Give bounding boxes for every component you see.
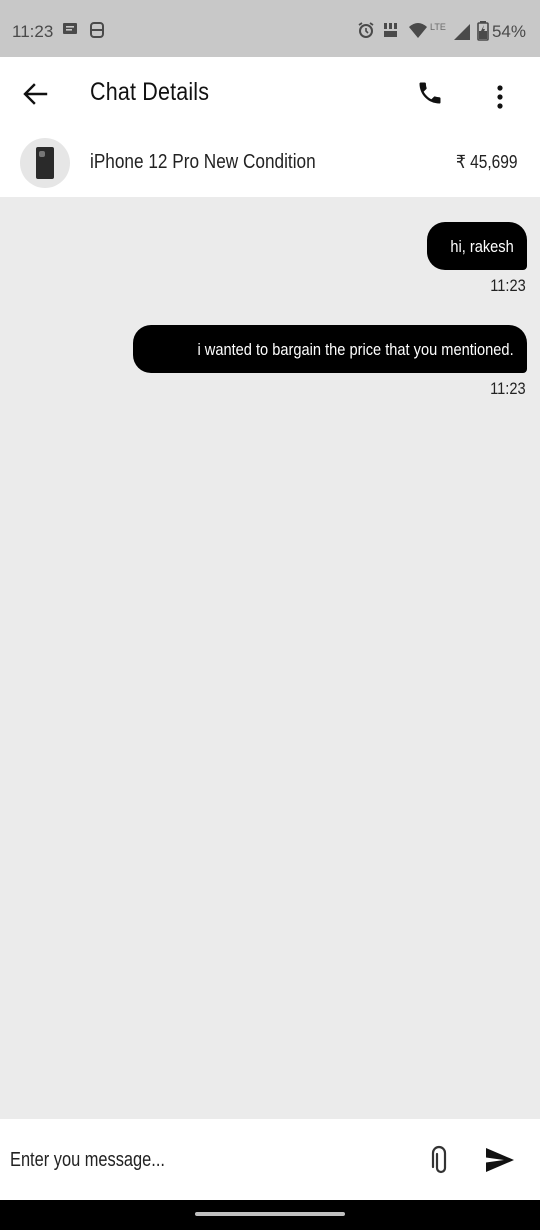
product-summary[interactable]: iPhone 12 Pro New Condition ₹ 45,699 (0, 132, 540, 197)
status-time: 11:23 (12, 22, 54, 41)
message-bubble[interactable]: hi, rakesh (427, 222, 527, 270)
product-thumbnail (20, 138, 70, 188)
status-bar: 11:23 LTE 54% (0, 0, 540, 57)
alarm-icon (358, 22, 374, 38)
home-gesture-handle[interactable] (195, 1212, 345, 1216)
more-vertical-icon[interactable] (490, 83, 510, 111)
page-title: Chat Details (90, 78, 210, 106)
phone-icon[interactable] (416, 79, 444, 107)
message-item: i wanted to bargain the price that you m… (133, 325, 527, 399)
message-input[interactable] (0, 1119, 412, 1202)
sync-icon (90, 22, 104, 38)
paperclip-icon[interactable] (426, 1145, 452, 1175)
battery-percent: 54% (491, 22, 526, 41)
send-icon[interactable] (484, 1146, 516, 1174)
lte-signal-icon: LTE (430, 22, 470, 40)
message-time: 11:23 (490, 379, 526, 398)
message-text: hi, rakesh (450, 237, 514, 256)
app-bar: Chat Details (0, 57, 540, 132)
message-item: hi, rakesh 11:23 (427, 222, 527, 296)
message-text: i wanted to bargain the price that you m… (197, 340, 514, 359)
message-time: 11:23 (490, 276, 526, 295)
phone-image (36, 147, 54, 179)
arrow-left-icon[interactable] (22, 81, 48, 107)
message-list: hi, rakesh 11:23 i wanted to bargain the… (0, 197, 540, 1119)
message-bubble[interactable]: i wanted to bargain the price that you m… (133, 325, 527, 373)
volte-icon (384, 23, 397, 37)
svg-text:LTE: LTE (430, 22, 446, 32)
message-composer: Enter you message... (0, 1119, 540, 1202)
wifi-icon (409, 23, 427, 38)
battery-icon (477, 21, 489, 41)
product-price: ₹ 45,699 (456, 152, 518, 172)
message-icon (63, 23, 77, 34)
product-name: iPhone 12 Pro New Condition (90, 151, 316, 173)
system-nav-bar (0, 1200, 540, 1230)
